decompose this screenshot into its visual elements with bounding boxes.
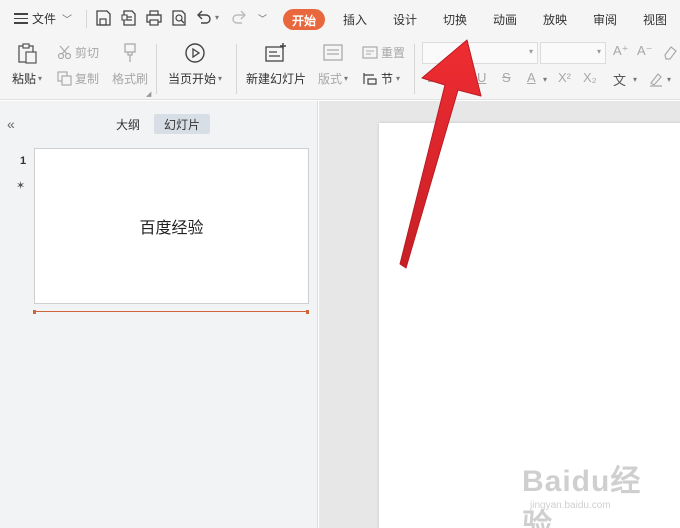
watermark-url: jingyan.baidu.com xyxy=(530,500,611,511)
tab-animations[interactable]: 动画 xyxy=(493,11,517,28)
redo-icon[interactable] xyxy=(229,9,249,27)
export-pdf-icon[interactable] xyxy=(120,9,138,27)
baidu-watermark: Baidu经验 jingyan.baidu.com xyxy=(522,456,672,528)
file-menu-button[interactable]: 文件 ﹀ xyxy=(14,10,72,27)
new-slide-icon xyxy=(265,43,286,62)
menu-bar: 文件 ﹀ ▾ ﹀ 开始 插入 设计 切换 动画 放映 审阅 视图 xyxy=(0,0,680,38)
slide-thumbnail[interactable]: 百度经验 xyxy=(34,148,309,304)
tab-slideshow[interactable]: 放映 xyxy=(543,11,567,28)
play-from-current-button[interactable]: 当页开始 ▾ xyxy=(168,42,222,87)
caret-down-icon[interactable]: ▾ xyxy=(667,75,671,84)
layout-button[interactable]: 版式 ▾ xyxy=(318,42,348,87)
caret-down-icon: ▾ xyxy=(396,74,401,83)
insertion-marker xyxy=(33,309,309,314)
tab-slides[interactable]: 幻灯片 xyxy=(154,114,211,134)
highlight-icon[interactable] xyxy=(648,71,664,87)
reset-button[interactable]: 重置 xyxy=(362,44,405,61)
customize-toolbar-icon[interactable]: ﹀ xyxy=(258,12,267,25)
slide-thumbnail-text: 百度经验 xyxy=(139,220,204,237)
subscript-icon[interactable]: X₂ xyxy=(583,70,597,85)
caret-down-icon[interactable]: ▾ xyxy=(543,75,547,84)
paste-icon xyxy=(18,43,37,64)
caret-down-icon: ▾ xyxy=(596,47,601,56)
undo-icon[interactable] xyxy=(194,9,214,27)
tab-home[interactable]: 开始 xyxy=(283,9,326,30)
new-slide-label: 新建幻灯片 xyxy=(246,72,307,86)
increase-font-icon[interactable]: A⁺ xyxy=(613,43,629,59)
caret-down-icon: ▾ xyxy=(218,74,223,83)
divider xyxy=(236,44,237,94)
tab-review[interactable]: 审阅 xyxy=(593,11,617,28)
underline-icon[interactable]: U xyxy=(477,70,486,85)
print-icon[interactable] xyxy=(145,9,163,27)
divider xyxy=(86,10,87,28)
format-painter-button[interactable]: 格式刷 xyxy=(112,42,148,87)
print-preview-icon[interactable] xyxy=(170,9,188,27)
font-family-select[interactable]: ▾ xyxy=(422,42,538,64)
font-size-select[interactable]: ▾ xyxy=(540,42,606,64)
tab-design[interactable]: 设计 xyxy=(393,11,417,28)
collapse-panel-icon[interactable]: « xyxy=(7,116,15,132)
hamburger-icon xyxy=(14,13,28,24)
chevron-down-icon: ﹀ xyxy=(62,15,73,26)
paintbrush-icon xyxy=(124,43,136,62)
caret-down-icon: ▾ xyxy=(528,47,533,56)
caret-down-icon[interactable]: ▾ xyxy=(633,75,637,84)
format-painter-label: 格式刷 xyxy=(112,72,149,86)
layout-icon xyxy=(323,44,343,61)
divider xyxy=(414,44,415,94)
strikethrough-icon[interactable]: S xyxy=(502,70,511,85)
decrease-font-icon[interactable]: A⁻ xyxy=(637,43,653,59)
superscript-icon[interactable]: X² xyxy=(558,70,571,85)
scissors-icon xyxy=(57,45,72,60)
caret-down-icon: ▾ xyxy=(344,74,349,83)
divider xyxy=(156,44,157,94)
cut-label: 剪切 xyxy=(75,46,100,60)
animation-star-icon: ✶ xyxy=(16,180,26,192)
paste-label: 粘贴 xyxy=(12,72,37,86)
section-icon xyxy=(363,73,377,85)
new-slide-button[interactable]: 新建幻灯片 xyxy=(246,42,306,87)
bold-icon[interactable]: B xyxy=(427,70,436,85)
reset-label: 重置 xyxy=(381,46,406,60)
copy-icon xyxy=(57,71,72,86)
paste-button[interactable]: 粘贴 ▾ xyxy=(12,42,42,87)
slide-number: 1 xyxy=(20,155,27,167)
copy-label: 复制 xyxy=(75,72,100,86)
section-label: 节 xyxy=(381,72,394,86)
dialog-launcher-icon[interactable]: ◢ xyxy=(146,90,151,98)
undo-dropdown-icon[interactable]: ▾ xyxy=(215,13,219,22)
save-icon[interactable] xyxy=(94,9,112,27)
section-button[interactable]: 节 ▾ xyxy=(362,70,400,87)
slides-panel: « 大纲 幻灯片 1 ✶ 百度经验 xyxy=(0,101,318,528)
tab-insert[interactable]: 插入 xyxy=(343,11,367,28)
phonetic-guide-icon[interactable]: 文 xyxy=(613,70,626,89)
ribbon: 粘贴 ▾ 剪切 复制 格式刷 ◢ 当页开始 ▾ 新建幻灯片 版式 ▾ 重置 节 … xyxy=(0,38,680,100)
watermark-brand: Baidu经验 xyxy=(522,465,642,528)
layout-label: 版式 xyxy=(318,72,343,86)
tab-view[interactable]: 视图 xyxy=(643,11,667,28)
font-color-icon[interactable]: A xyxy=(527,70,536,85)
play-icon xyxy=(185,43,205,63)
cut-button[interactable]: 剪切 xyxy=(57,44,99,61)
tab-outline[interactable]: 大纲 xyxy=(106,114,150,134)
reset-icon xyxy=(362,46,378,59)
play-from-current-label: 当页开始 xyxy=(168,72,217,86)
file-menu-label: 文件 xyxy=(32,12,57,26)
copy-button[interactable]: 复制 xyxy=(57,70,99,87)
tab-transitions[interactable]: 切换 xyxy=(443,11,467,28)
clear-format-icon[interactable] xyxy=(662,44,678,60)
caret-down-icon: ▾ xyxy=(38,74,43,83)
